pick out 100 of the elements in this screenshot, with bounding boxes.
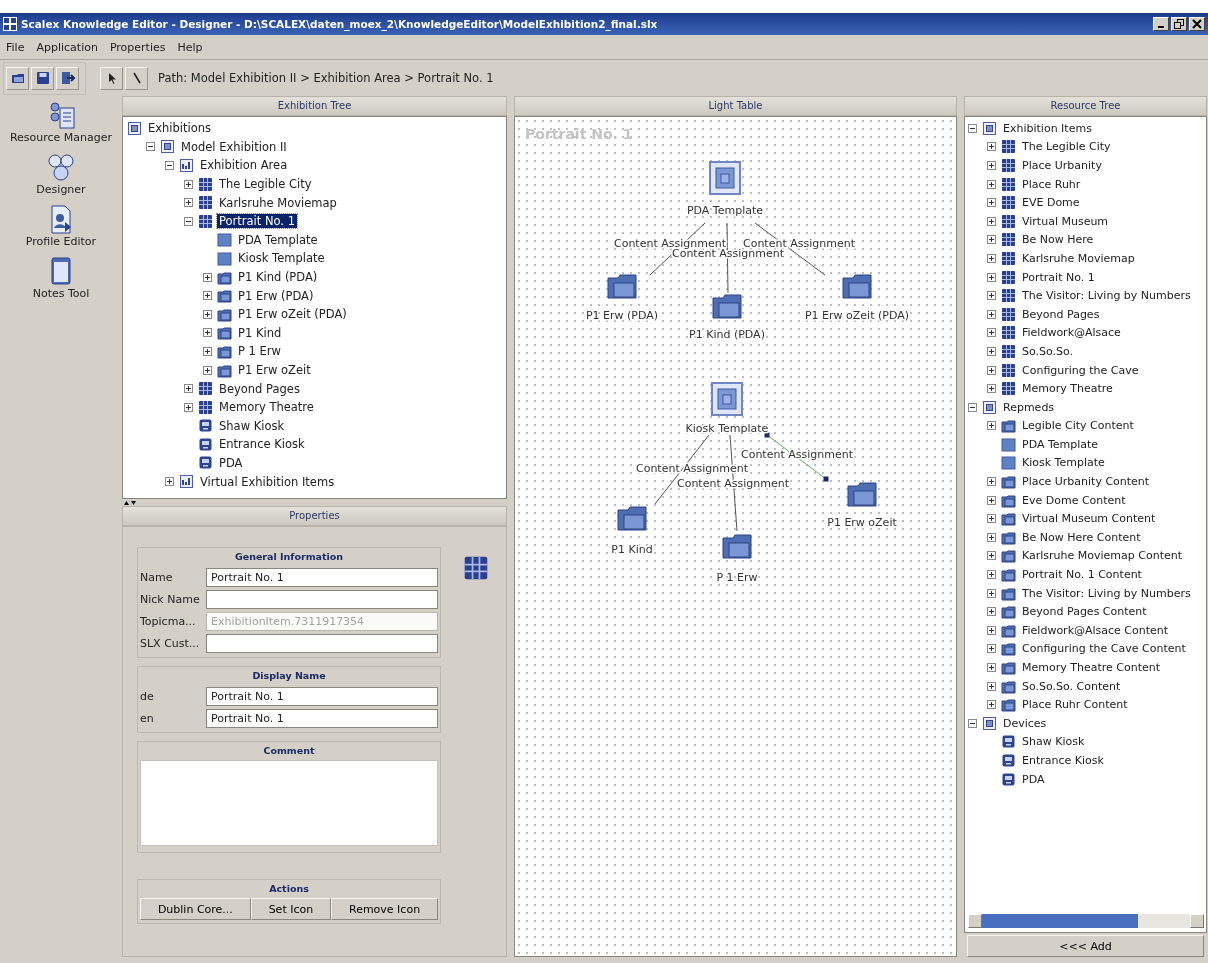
expand-toggle[interactable] bbox=[987, 291, 996, 301]
close-button[interactable] bbox=[1189, 17, 1205, 31]
folder-node-icon[interactable] bbox=[712, 294, 742, 319]
tree-item[interactable]: PDA bbox=[217, 456, 245, 470]
expand-toggle[interactable] bbox=[203, 346, 212, 356]
expand-toggle[interactable] bbox=[987, 551, 996, 561]
expand-toggle[interactable] bbox=[987, 142, 996, 152]
folder-node-icon[interactable] bbox=[842, 274, 872, 299]
expand-toggle[interactable] bbox=[165, 477, 174, 487]
tree-item[interactable]: Kiosk Template bbox=[236, 251, 327, 266]
expand-toggle[interactable] bbox=[987, 384, 996, 394]
tree-item[interactable]: Kiosk Template bbox=[1020, 456, 1107, 470]
expand-toggle[interactable] bbox=[184, 179, 193, 189]
expand-toggle[interactable] bbox=[987, 309, 996, 319]
tree-item[interactable]: Exhibition Items bbox=[1001, 121, 1094, 135]
tree-item[interactable]: The Legible City bbox=[1020, 140, 1113, 154]
node-label[interactable]: PDA Template bbox=[686, 204, 764, 217]
comment-field[interactable] bbox=[140, 760, 438, 846]
tree-item[interactable]: Legible City Content bbox=[1020, 419, 1136, 433]
expand-toggle[interactable] bbox=[987, 328, 996, 338]
text-field[interactable]: Portrait No. 1 bbox=[206, 708, 438, 728]
expand-toggle[interactable] bbox=[987, 588, 996, 598]
node-label[interactable]: P1 Erw oZeit bbox=[827, 516, 897, 529]
expand-toggle[interactable] bbox=[184, 402, 193, 412]
tree-item[interactable]: Exhibitions bbox=[146, 121, 214, 136]
tree-item[interactable]: Entrance Kiosk bbox=[217, 437, 307, 452]
tree-item[interactable]: P 1 Erw bbox=[236, 344, 283, 359]
expand-toggle[interactable] bbox=[987, 644, 996, 654]
expand-toggle[interactable] bbox=[987, 421, 996, 431]
tree-item[interactable]: Portrait No. 1 bbox=[217, 214, 297, 229]
nodes-icon[interactable] bbox=[45, 152, 77, 182]
tree-item[interactable]: Place Urbanity bbox=[1020, 159, 1104, 172]
expand-toggle[interactable] bbox=[203, 291, 212, 301]
expand-toggle[interactable] bbox=[987, 346, 996, 356]
action-button[interactable]: Remove Icon bbox=[331, 898, 438, 920]
minimize-button[interactable] bbox=[1153, 17, 1169, 31]
expand-toggle[interactable] bbox=[987, 700, 996, 710]
tree-item[interactable]: Virtual Museum Content bbox=[1020, 512, 1158, 526]
tree-item[interactable]: So.So.So. Content bbox=[1020, 679, 1123, 693]
tree-item[interactable]: The Visitor: Living by Numbers bbox=[1020, 289, 1193, 303]
square-node-icon[interactable] bbox=[711, 382, 743, 416]
tree-item[interactable]: P1 Erw oZeit (PDA) bbox=[236, 307, 349, 322]
tree-item[interactable]: Place Ruhr Content bbox=[1020, 698, 1130, 712]
tree-item[interactable]: Eve Dome Content bbox=[1020, 493, 1128, 507]
tree-item[interactable]: P1 Kind (PDA) bbox=[236, 270, 320, 285]
tree-item[interactable]: Portrait No. 1 bbox=[1020, 270, 1097, 284]
tool-label[interactable]: Profile Editor bbox=[25, 235, 97, 248]
tree-item[interactable]: Place Ruhr bbox=[1020, 177, 1083, 191]
tree-item[interactable]: Memory Theatre bbox=[217, 400, 316, 415]
text-field[interactable]: Portrait No. 1 bbox=[206, 567, 438, 587]
expand-toggle[interactable] bbox=[987, 365, 996, 375]
tree-item[interactable]: Repmeds bbox=[1001, 400, 1057, 414]
node-label[interactable]: Kiosk Template bbox=[685, 422, 769, 435]
expand-toggle[interactable] bbox=[987, 532, 996, 542]
tree-item[interactable]: Shaw Kiosk bbox=[1020, 735, 1087, 749]
expand-toggle[interactable] bbox=[987, 198, 996, 208]
tree-item[interactable]: Place Urbanity Content bbox=[1020, 475, 1152, 489]
node-label[interactable]: P1 Kind (PDA) bbox=[689, 328, 765, 341]
tree-item[interactable]: The Legible City bbox=[217, 177, 314, 192]
expand-toggle[interactable] bbox=[184, 198, 193, 208]
split-arrows-icon[interactable] bbox=[124, 499, 136, 506]
tree-item[interactable]: The Visitor: Living by Numbers bbox=[1020, 586, 1193, 600]
tree-item[interactable]: Configuring the Cave Content bbox=[1020, 642, 1188, 656]
tree-item[interactable]: Karlsruhe Moviemap Content bbox=[1020, 549, 1185, 563]
text-field[interactable] bbox=[206, 589, 438, 609]
exit-button[interactable] bbox=[56, 66, 79, 90]
tree-item[interactable]: Fieldwork@Alsace Content bbox=[1020, 623, 1171, 637]
tree-item[interactable]: Fieldwork@Alsace bbox=[1020, 326, 1123, 340]
folder-node-icon[interactable] bbox=[607, 274, 637, 299]
node-label[interactable]: P1 Kind bbox=[611, 543, 653, 556]
collapse-toggle[interactable] bbox=[968, 402, 977, 412]
expand-toggle[interactable] bbox=[987, 477, 996, 487]
tree-item[interactable]: Beyond Pages bbox=[217, 381, 302, 396]
tree-item[interactable]: P1 Erw oZeit bbox=[236, 363, 313, 377]
tool-label[interactable]: Notes Tool bbox=[32, 287, 90, 300]
tree-item[interactable]: Memory Theatre Content bbox=[1020, 661, 1163, 674]
tree-item[interactable]: PDA bbox=[1020, 772, 1047, 786]
line-tool-button[interactable] bbox=[125, 66, 148, 90]
tree-item[interactable]: PDA Template bbox=[1020, 437, 1101, 451]
menu-item[interactable]: Properties bbox=[109, 40, 166, 54]
expand-toggle[interactable] bbox=[987, 570, 996, 580]
expand-toggle[interactable] bbox=[987, 514, 996, 524]
collapse-toggle[interactable] bbox=[146, 142, 155, 152]
menu-item[interactable]: Application bbox=[36, 40, 98, 54]
tree-item[interactable]: Be Now Here bbox=[1020, 233, 1096, 247]
expand-toggle[interactable] bbox=[987, 681, 996, 691]
tree-item[interactable]: Memory Theatre bbox=[1020, 382, 1115, 396]
action-button[interactable]: Set Icon bbox=[250, 898, 332, 920]
tree-item[interactable]: Model Exhibition II bbox=[179, 139, 289, 154]
expand-toggle[interactable] bbox=[987, 216, 996, 226]
tree-item[interactable]: P1 Kind bbox=[236, 325, 284, 340]
tree-item[interactable]: Devices bbox=[1001, 716, 1049, 730]
text-field[interactable]: Portrait No. 1 bbox=[206, 686, 438, 706]
tree-item[interactable]: Virtual Museum bbox=[1020, 214, 1111, 228]
expand-toggle[interactable] bbox=[184, 384, 193, 394]
node-label[interactable]: P1 Erw (PDA) bbox=[585, 309, 659, 322]
folder-button[interactable] bbox=[6, 66, 29, 90]
expand-toggle[interactable] bbox=[203, 309, 212, 319]
expand-toggle[interactable] bbox=[987, 161, 996, 170]
add-button[interactable]: <<< Add bbox=[967, 935, 1204, 957]
